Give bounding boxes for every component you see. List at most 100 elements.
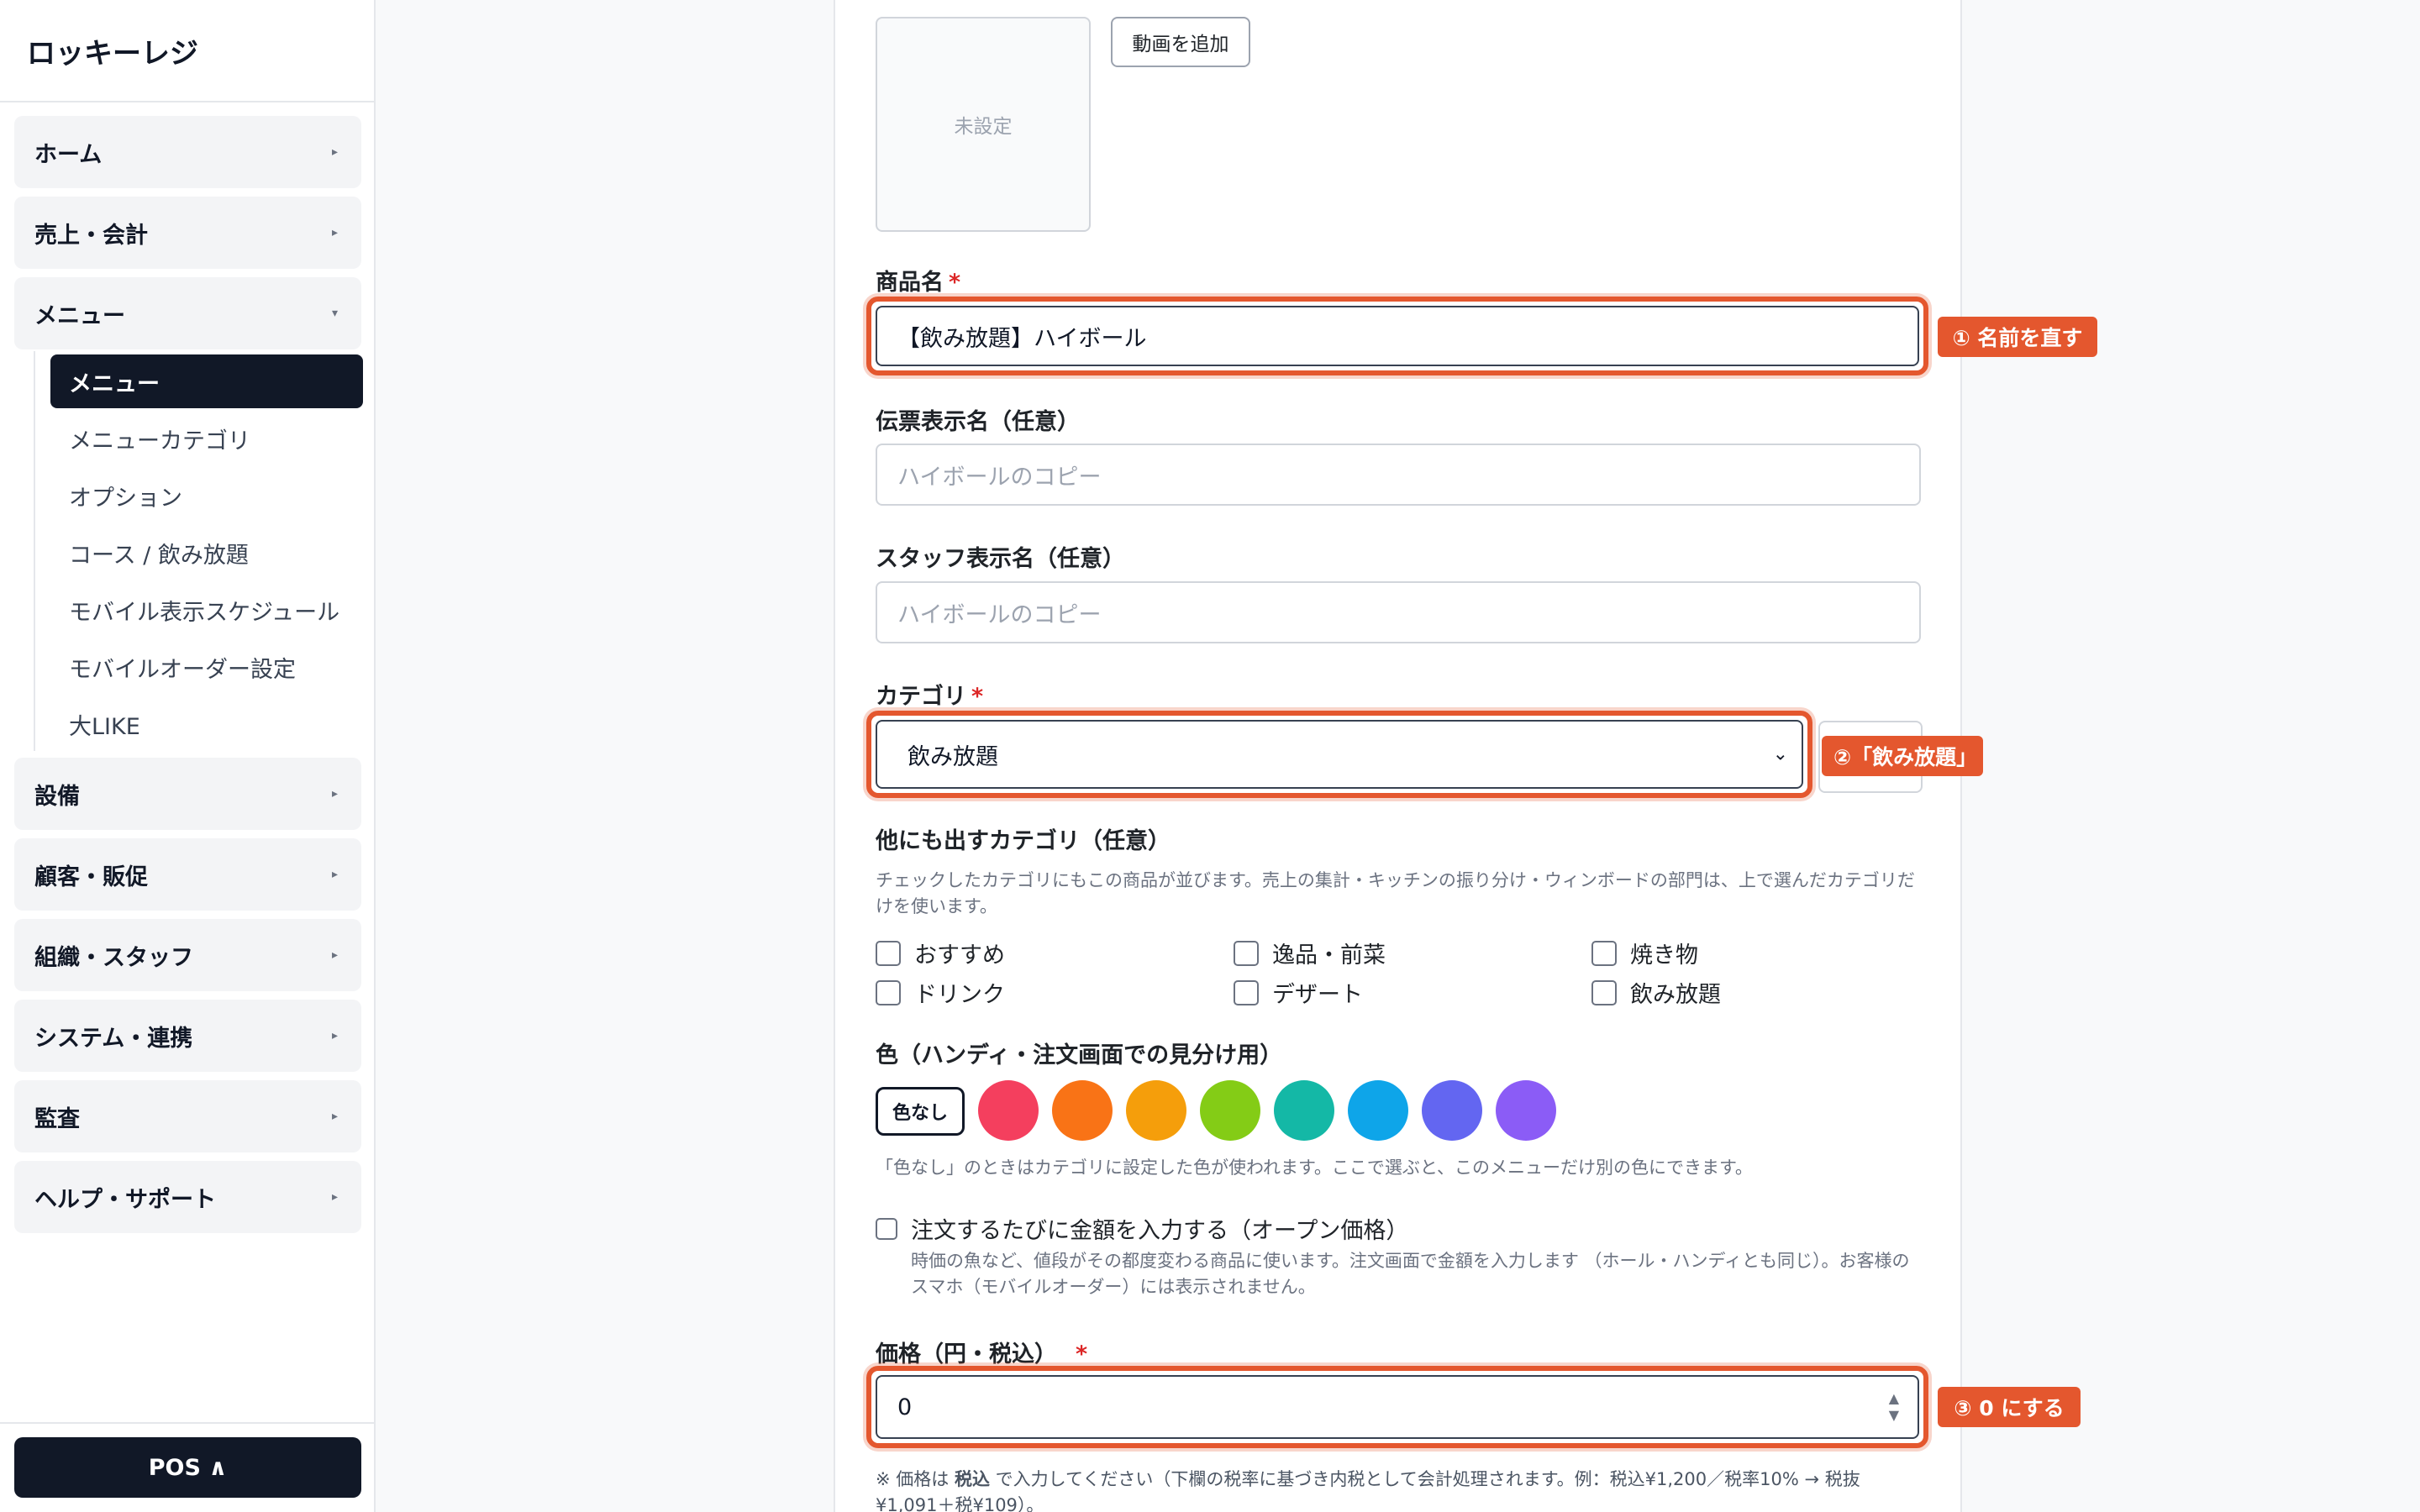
- price-value: 0: [897, 1394, 913, 1420]
- sidebar-item-label: 売上・会計: [34, 222, 148, 249]
- pos-button[interactable]: POS ∧: [14, 1437, 361, 1498]
- annotation-callout: ① 名前を直す: [1938, 317, 2097, 357]
- submenu-item-menu[interactable]: メニュー: [50, 354, 363, 408]
- color-swatch-amber[interactable]: [1126, 1080, 1186, 1141]
- color-swatch-orange[interactable]: [1052, 1080, 1113, 1141]
- sidebar-item-label: システム・連携: [34, 1025, 193, 1052]
- color-swatch-rose[interactable]: [978, 1080, 1039, 1141]
- stepper-arrows-icon[interactable]: ▲ ▼: [1889, 1392, 1899, 1422]
- category-select[interactable]: 飲み放題 ⌄: [876, 720, 1803, 789]
- color-label: 色（ハンディ・注文画面での見分け用）: [876, 1042, 1283, 1068]
- no-color-button[interactable]: 色なし: [876, 1087, 965, 1136]
- slip-name-input[interactable]: ハイボールのコピー: [876, 444, 1921, 506]
- divider: [0, 1422, 374, 1424]
- color-swatch-lime[interactable]: [1200, 1080, 1260, 1141]
- color-swatch-violet[interactable]: [1496, 1080, 1556, 1141]
- sidebar-item-equipment[interactable]: 設備 ▸: [14, 758, 361, 830]
- submenu-item-mobile-schedule[interactable]: モバイル表示スケジュール: [50, 583, 363, 637]
- sidebar-item-help[interactable]: ヘルプ・サポート ▸: [14, 1161, 361, 1233]
- product-name-input[interactable]: 【飲み放題】ハイボール: [876, 306, 1919, 366]
- checkbox-box[interactable]: [1234, 940, 1259, 966]
- sidebar-item-label: メニュー: [34, 302, 125, 329]
- checkbox-label: ドリンク: [914, 982, 1005, 1008]
- sidebar-item-audit[interactable]: 監査 ▸: [14, 1080, 361, 1152]
- staff-name-input[interactable]: ハイボールのコピー: [876, 581, 1921, 643]
- color-swatch-indigo[interactable]: [1422, 1080, 1482, 1141]
- checkbox-yakimono[interactable]: 焼き物: [1591, 937, 1698, 969]
- required-mark: *: [1076, 1341, 1088, 1368]
- checkbox-box[interactable]: [1591, 940, 1617, 966]
- sidebar-item-customers[interactable]: 顧客・販促 ▸: [14, 838, 361, 911]
- checkbox-box[interactable]: [1234, 979, 1259, 1005]
- annotation-callout: ②「飲み放題」: [1822, 736, 1983, 776]
- required-mark: *: [971, 684, 984, 710]
- sidebar-item-system[interactable]: システム・連携 ▸: [14, 1000, 361, 1072]
- note-rest: で入力してください（下欄の税率に基づき内税として会計処理されます。例：税込¥1,…: [876, 1469, 1860, 1512]
- checkbox-box[interactable]: [1591, 979, 1617, 1005]
- label-text: カテゴリ: [876, 684, 966, 710]
- checkbox-ippin[interactable]: 逸品・前菜: [1234, 937, 1386, 969]
- category-label: カテゴリ *: [876, 678, 983, 711]
- category-select-value: 飲み放題: [908, 743, 998, 770]
- price-label: 価格（円・税込） *: [876, 1336, 1087, 1368]
- checkbox-dessert[interactable]: デザート: [1234, 976, 1363, 1009]
- chevron-right-icon: ▸: [331, 1110, 338, 1123]
- submenu-item-menu-category[interactable]: メニューカテゴリ: [50, 412, 363, 465]
- sidebar-item-sales[interactable]: 売上・会計 ▸: [14, 197, 361, 269]
- checkbox-label: 焼き物: [1630, 942, 1698, 969]
- label-text: 商品名: [876, 270, 944, 296]
- sidebar-item-label: 顧客・販促: [34, 864, 148, 890]
- product-name-label: 商品名 *: [876, 264, 960, 297]
- submenu-item-options[interactable]: オプション: [50, 469, 363, 522]
- submenu-item-dai-like[interactable]: 大LIKE: [50, 697, 363, 751]
- sidebar-item-label: 設備: [34, 783, 80, 810]
- chevron-right-icon: ▸: [331, 948, 338, 962]
- checkbox-label: 逸品・前菜: [1272, 942, 1386, 969]
- submenu-item-mobile-order[interactable]: モバイルオーダー設定: [50, 640, 363, 694]
- price-note: ※ 価格は 税込 で入力してください（下欄の税率に基づき内税として会計処理されま…: [876, 1467, 1921, 1512]
- chevron-right-icon: ▸: [331, 787, 338, 801]
- price-input[interactable]: 0 ▲ ▼: [876, 1375, 1919, 1439]
- add-video-button[interactable]: 動画を追加: [1111, 17, 1250, 67]
- chevron-down-icon: ▾: [331, 307, 338, 320]
- checkbox-nomihodai[interactable]: 飲み放題: [1591, 976, 1721, 1009]
- slip-name-label: 伝票表示名（任意）: [876, 409, 1080, 435]
- checkbox-label: 注文するたびに金額を入力する（オープン価格）: [911, 1218, 1409, 1244]
- open-price-checkbox[interactable]: 注文するたびに金額を入力する（オープン価格）: [876, 1212, 1408, 1245]
- product-image-placeholder[interactable]: 未設定: [876, 17, 1091, 232]
- sidebar-item-organization[interactable]: 組織・スタッフ ▸: [14, 919, 361, 991]
- label-text: 価格（円・税込）: [876, 1341, 1057, 1368]
- checkbox-box[interactable]: [876, 1217, 897, 1240]
- annotation-callout: ③ 0 にする: [1938, 1387, 2081, 1427]
- color-swatch-sky[interactable]: [1348, 1080, 1408, 1141]
- checkbox-drink[interactable]: ドリンク: [876, 976, 1005, 1009]
- checkbox-box[interactable]: [876, 979, 901, 1005]
- checkbox-label: 飲み放題: [1630, 982, 1721, 1008]
- color-help: 「色なし」のときはカテゴリに設定した色が使われます。ここで選ぶと、このメニューだ…: [876, 1158, 1753, 1178]
- chevron-right-icon: ▸: [331, 145, 338, 159]
- sidebar-item-menu[interactable]: メニュー ▾: [14, 277, 361, 349]
- checkbox-label: おすすめ: [914, 942, 1005, 969]
- chevron-right-icon: ▸: [331, 1029, 338, 1042]
- other-categories-label: 他にも出すカテゴリ（任意）: [876, 828, 1171, 854]
- submenu-item-course[interactable]: コース / 飲み放題: [50, 526, 363, 580]
- chevron-right-icon: ▸: [331, 226, 338, 239]
- note-bold: 税込: [954, 1469, 990, 1489]
- other-categories-help: チェックしたカテゴリにもこの商品が並びます。売上の集計・キッチンの振り分け・ウィ…: [876, 870, 1915, 916]
- sidebar: ロッキーレジ ホーム ▸ 売上・会計 ▸ メニュー ▾ メニュー メニューカテゴ…: [0, 0, 376, 1512]
- sidebar-item-label: ホーム: [34, 141, 103, 168]
- sidebar-item-label: ヘルプ・サポート: [34, 1186, 216, 1213]
- checkbox-box[interactable]: [876, 940, 901, 966]
- menu-submenu: メニュー メニューカテゴリ オプション コース / 飲み放題 モバイル表示スケジ…: [34, 351, 363, 751]
- checkbox-osusume[interactable]: おすすめ: [876, 937, 1005, 969]
- required-mark: *: [949, 270, 961, 296]
- sidebar-item-home[interactable]: ホーム ▸: [14, 116, 361, 188]
- sidebar-item-label: 組織・スタッフ: [34, 944, 193, 971]
- chevron-right-icon: ▸: [331, 1190, 338, 1204]
- divider: [0, 101, 374, 102]
- note-prefix: ※ 価格は: [876, 1469, 955, 1489]
- chevron-down-icon: ⌄: [1772, 743, 1788, 765]
- color-swatch-teal[interactable]: [1274, 1080, 1334, 1141]
- brand-logo: ロッキーレジ: [27, 37, 198, 71]
- checkbox-label: デザート: [1272, 982, 1363, 1008]
